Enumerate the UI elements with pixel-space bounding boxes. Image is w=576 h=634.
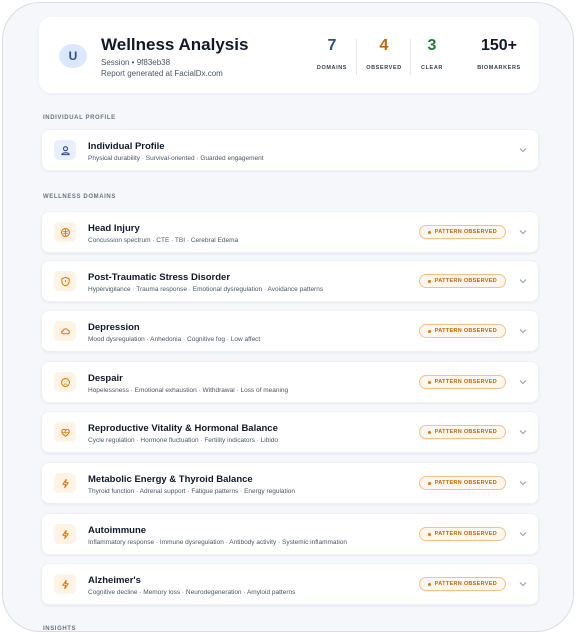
device-frame: U Wellness Analysis Session • 9f83eb38 R… (2, 2, 574, 632)
chevron-down-icon[interactable] (518, 579, 528, 589)
stat-observed: 4 OBSERVED (359, 37, 409, 71)
domain-title: Autoimmune (88, 525, 147, 536)
domain-description: Mood dysregulation · Anhedonia · Cogniti… (88, 336, 261, 343)
domain-title: Depression (88, 322, 140, 333)
domain-title: Metabolic Energy & Thyroid Balance (88, 474, 253, 485)
chevron-down-icon[interactable] (518, 326, 528, 336)
stat-biomarkers: 150+ BIOMARKERS (469, 37, 529, 71)
status-badge: PATTERN OBSERVED (418, 324, 506, 338)
stat-biomarkers-label: BIOMARKERS (477, 65, 521, 71)
profile-card[interactable]: Individual Profile Physical durability ·… (41, 129, 539, 171)
status-badge-label: PATTERN OBSERVED (434, 379, 497, 385)
domain-card[interactable]: Despair Hopelessness · Emotional exhausti… (41, 361, 539, 403)
domain-card[interactable]: Metabolic Energy & Thyroid Balance Thyroi… (41, 462, 539, 504)
status-dot-icon (427, 481, 431, 485)
chevron-down-icon[interactable] (518, 478, 528, 488)
stat-observed-value: 4 (379, 37, 389, 54)
page-title: Wellness Analysis (101, 35, 249, 54)
domain-card[interactable]: Autoimmune Inflammatory response · Immune… (41, 513, 539, 555)
status-dot-icon (427, 582, 431, 586)
status-badge-label: PATTERN OBSERVED (434, 531, 497, 537)
domain-description: Hypervigilance · Trauma response · Emoti… (88, 286, 324, 293)
domain-card[interactable]: Reproductive Vitality & Hormonal Balance… (41, 411, 539, 453)
chevron-down-icon[interactable] (518, 427, 528, 437)
profile-title: Individual Profile (88, 141, 165, 152)
stat-clear-label: CLEAR (421, 65, 443, 71)
stat-clear: 3 CLEAR (407, 37, 457, 71)
stat-domains-label: DOMAINS (316, 65, 348, 71)
status-badge: PATTERN OBSERVED (418, 527, 506, 541)
chevron-down-icon[interactable] (518, 227, 528, 237)
stat-domains: 7 DOMAINS (307, 37, 357, 71)
brain-icon (54, 222, 76, 242)
report-header: U Wellness Analysis Session • 9f83eb38 R… (39, 17, 539, 93)
status-badge-label: PATTERN OBSERVED (434, 581, 497, 587)
chevron-down-icon[interactable] (518, 529, 528, 539)
avatar: U (59, 44, 87, 68)
status-dot-icon (427, 329, 431, 333)
domain-title: Head Injury (88, 223, 140, 234)
lightning-icon (54, 574, 76, 594)
status-badge: PATTERN OBSERVED (418, 225, 506, 239)
chevron-down-icon[interactable] (518, 377, 528, 387)
domain-title: Despair (88, 373, 123, 384)
status-badge: PATTERN OBSERVED (418, 274, 506, 288)
status-badge: PATTERN OBSERVED (418, 375, 506, 389)
section-label-domains: WELLNESS DOMAINS (43, 194, 116, 200)
domain-card[interactable]: Head Injury Concussion spectrum · CTE · T… (41, 211, 539, 253)
session-info: Session • 9f83eb38 Report generated at F… (101, 57, 223, 79)
domain-description: Cycle regulation · Hormone fluctuation ·… (88, 437, 279, 444)
domain-card[interactable]: Alzheimer's Cognitive decline · Memory lo… (41, 563, 539, 605)
status-dot-icon (427, 380, 431, 384)
shield-icon (54, 271, 76, 291)
status-dot-icon (427, 230, 431, 234)
heart-pulse-icon (54, 422, 76, 442)
status-dot-icon (427, 532, 431, 536)
report-source: Report generated at FacialDx.com (101, 69, 223, 78)
domain-title: Alzheimer's (88, 575, 141, 586)
status-badge-label: PATTERN OBSERVED (434, 328, 497, 334)
status-badge: PATTERN OBSERVED (418, 577, 506, 591)
domain-title: Reproductive Vitality & Hormonal Balance (88, 423, 278, 434)
section-label-insights: INSIGHTS (43, 626, 77, 632)
status-badge-label: PATTERN OBSERVED (434, 229, 497, 235)
domain-title: Post-Traumatic Stress Disorder (88, 272, 231, 283)
status-badge: PATTERN OBSERVED (418, 476, 506, 490)
stat-observed-label: OBSERVED (366, 65, 402, 71)
chevron-down-icon[interactable] (518, 276, 528, 286)
status-badge-label: PATTERN OBSERVED (434, 429, 497, 435)
section-label-profile: INDIVIDUAL PROFILE (43, 115, 116, 121)
status-dot-icon (427, 430, 431, 434)
profile-description: Physical durability · Survival-oriented … (88, 155, 264, 162)
status-dot-icon (427, 279, 431, 283)
status-badge-label: PATTERN OBSERVED (434, 278, 497, 284)
stat-domains-value: 7 (327, 37, 337, 54)
lightning-icon (54, 524, 76, 544)
person-icon (54, 140, 76, 160)
domain-card[interactable]: Post-Traumatic Stress Disorder Hypervigil… (41, 260, 539, 302)
domain-description: Inflammatory response · Immune dysregula… (88, 539, 348, 546)
session-id: Session • 9f83eb38 (101, 58, 171, 67)
status-badge-label: PATTERN OBSERVED (434, 480, 497, 486)
domain-description: Concussion spectrum · CTE · TBI · Cerebr… (88, 237, 239, 244)
chevron-down-icon[interactable] (518, 145, 528, 155)
stat-biomarkers-value: 150+ (480, 37, 518, 54)
stat-clear-value: 3 (427, 37, 437, 54)
cloud-icon (54, 321, 76, 341)
domain-description: Hopelessness · Emotional exhaustion · Wi… (88, 387, 289, 394)
status-badge: PATTERN OBSERVED (418, 425, 506, 439)
domain-description: Thyroid function · Adrenal support · Fat… (88, 488, 296, 495)
stat-divider (356, 39, 357, 75)
report-view: U Wellness Analysis Session • 9f83eb38 R… (3, 3, 573, 631)
domain-card[interactable]: Depression Mood dysregulation · Anhedonia… (41, 310, 539, 352)
domain-description: Cognitive decline · Memory loss · Neurod… (88, 589, 296, 596)
sad-face-icon (54, 372, 76, 392)
lightning-icon (54, 473, 76, 493)
